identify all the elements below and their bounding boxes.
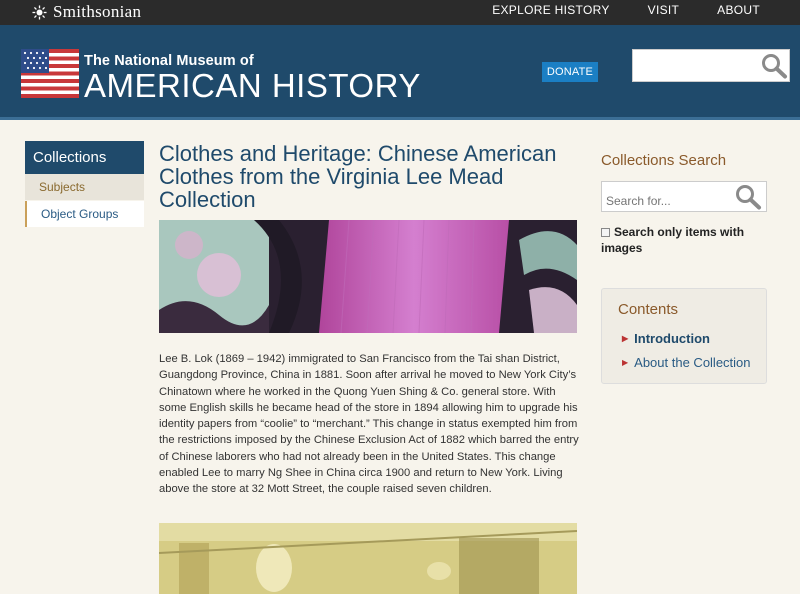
- hero-image-fabric: [159, 220, 577, 333]
- historic-photo: [159, 523, 577, 594]
- donate-button[interactable]: DONATE: [542, 62, 598, 82]
- museum-title: AMERICAN HISTORY: [84, 67, 421, 104]
- smithsonian-wordmark: Smithsonian: [53, 2, 142, 21]
- collections-heading[interactable]: Collections: [25, 141, 144, 174]
- search-icon[interactable]: [734, 184, 762, 210]
- sun-icon: [32, 4, 47, 20]
- page-title: Clothes and Heritage: Chinese American C…: [159, 141, 557, 212]
- search-icon[interactable]: [760, 53, 788, 79]
- nav-about[interactable]: ABOUT: [717, 3, 760, 17]
- triangle-right-icon: ▶: [622, 334, 629, 343]
- museum-header: The National Museum of AMERICAN HISTORY …: [0, 25, 800, 120]
- contents-item-about-collection[interactable]: ▶ About the Collection: [622, 355, 751, 370]
- triangle-right-icon: ▶: [622, 358, 629, 367]
- header-divider: [0, 117, 800, 120]
- contents-panel: Contents ▶ Introduction ▶ About the Collec…: [601, 288, 767, 384]
- contents-item-label: Introduction: [634, 331, 710, 346]
- contents-item-introduction[interactable]: ▶ Introduction: [622, 331, 710, 346]
- sidebar-item-subjects[interactable]: Subjects: [25, 174, 144, 200]
- sidebar-item-object-groups[interactable]: Object Groups: [25, 201, 144, 227]
- contents-title: Contents: [618, 301, 679, 318]
- museum-name[interactable]: The National Museum of AMERICAN HISTORY: [84, 53, 421, 103]
- smithsonian-logo[interactable]: Smithsonian: [32, 2, 141, 22]
- nav-visit[interactable]: VISIT: [648, 3, 680, 17]
- collections-search-title: Collections Search: [601, 152, 727, 169]
- smithsonian-topbar: Smithsonian EXPLORE HISTORY VISIT ABOUT: [0, 0, 800, 25]
- top-navigation: EXPLORE HISTORY VISIT ABOUT: [492, 3, 760, 17]
- contents-item-label: About the Collection: [634, 355, 751, 370]
- article-body: Lee B. Lok (1869 – 1942) immigrated to S…: [159, 353, 579, 496]
- images-only-label[interactable]: Search only items with images: [601, 224, 751, 256]
- nav-explore-history[interactable]: EXPLORE HISTORY: [492, 3, 609, 17]
- american-flag-logo[interactable]: [21, 49, 79, 98]
